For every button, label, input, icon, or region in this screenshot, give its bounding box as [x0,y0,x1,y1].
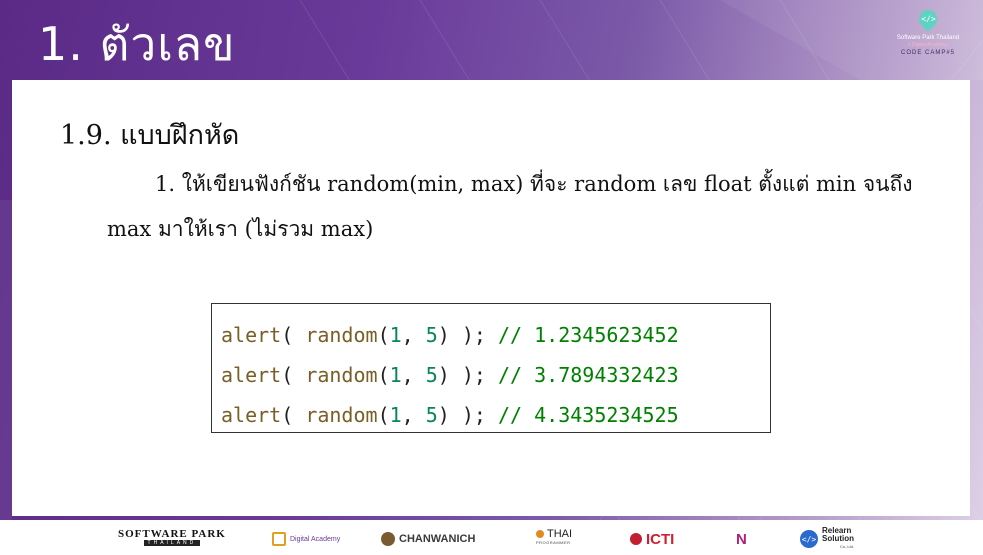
page-title: 1. ตัวเลข [38,17,236,71]
code-example-box: alert( random(1, 5) ); // 1.2345623452 a… [211,303,771,433]
n-logo: N [736,530,747,548]
slide-content-panel: 1.9. แบบฝึกหัด 1. ให้เขียนฟังก์ชัน rando… [12,80,970,516]
relearn-solution-logo: </> Relearn Solution Co.,Ltd. [800,526,854,549]
thai-programmer-logo: THAI PROGRAMMER [536,528,573,545]
chanwanich-emblem-icon [381,532,395,546]
code-pin-icon: </> [915,6,941,32]
section-heading: 1.9. แบบฝึกหัด [60,120,240,151]
exercise-text: 1. ให้เขียนฟังก์ชัน random(min, max) ที่… [107,172,913,241]
icti-emblem-icon [630,533,642,545]
code-line-3: alert( random(1, 5) ); // 4.3435234525 [221,403,679,427]
software-park-logo: SOFTWARE PARK THAILAND [118,528,226,546]
code-camp-logo: </> Software Park Thailand x Digital Aca… [892,6,964,58]
code-line-1: alert( random(1, 5) ); // 1.2345623452 [221,323,679,347]
logo-line-3: CODE CAMP#5 [900,50,955,56]
sponsor-footer: SOFTWARE PARK THAILAND Digital Academy C… [0,523,983,555]
code-brackets-icon: </> [800,530,818,548]
icti-logo: ICTI [630,528,674,550]
logo-line-1: Software Park Thailand [896,35,960,41]
chip-icon [272,532,286,546]
logo-line-2: x Digital Academy [908,42,948,48]
code-line-2: alert( random(1, 5) ); // 3.7894332423 [221,363,679,387]
digital-academy-logo: Digital Academy [272,528,340,550]
slide: 1. ตัวเลข </> Software Park Thailand x D… [0,0,983,555]
chanwanich-logo: CHANWANICH [381,528,475,550]
thai-programmer-icon [536,530,544,538]
